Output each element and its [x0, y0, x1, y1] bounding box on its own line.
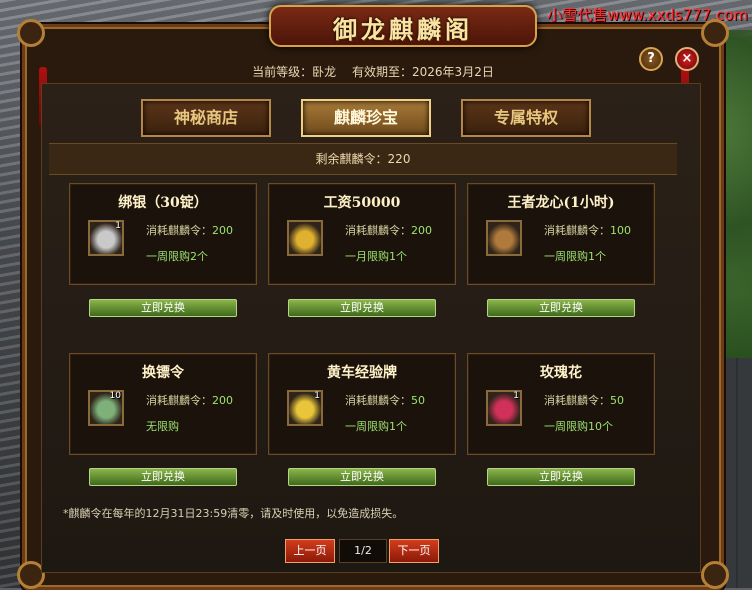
level-label: 当前等级：卧龙	[252, 65, 337, 79]
item-cost: 消耗麒麟令：50	[345, 392, 425, 408]
expiry-label: 有效期至：2026年3月2日	[352, 65, 494, 79]
cost-label: 消耗麒麟令：	[345, 394, 411, 407]
item-cost: 消耗麒麟令：100	[544, 222, 631, 238]
redeem-button[interactable]: 立即兑换	[288, 299, 436, 317]
item-title: 换镖令	[142, 365, 184, 381]
corner-ornament-icon	[17, 19, 45, 47]
next-page-button[interactable]: 下一页	[389, 539, 439, 563]
item-title: 玫瑰花	[540, 365, 582, 381]
item-limit: 一月限购1个	[345, 250, 407, 263]
item-card: 王者龙心(1小时) 消耗麒麟令：100 一周限购1个	[467, 183, 655, 285]
redeem-button[interactable]: 立即兑换	[487, 468, 635, 486]
redeem-button[interactable]: 立即兑换	[89, 468, 237, 486]
dragon-heart-icon[interactable]	[486, 220, 522, 256]
qilin-pavilion-window: 御龙麒麟阁 当前等级：卧龙 有效期至：2026年3月2日 ? × 神秘商店 麒麟…	[17, 5, 729, 590]
item-limit: 一周限购1个	[544, 250, 606, 263]
rose-icon[interactable]: 1	[486, 390, 522, 426]
item-count: 1	[314, 391, 320, 401]
item-cost: 消耗麒麟令：50	[544, 392, 624, 408]
cost-label: 消耗麒麟令：	[544, 224, 610, 237]
item-limit: 一周限购1个	[345, 420, 407, 433]
cost-label: 消耗麒麟令：	[146, 224, 212, 237]
item-count: 10	[109, 391, 121, 401]
item-card: 工资50000 消耗麒麟令：200 一月限购1个	[268, 183, 456, 285]
tab-mystery-shop[interactable]: 神秘商店	[141, 99, 271, 137]
item-count: 1	[115, 221, 121, 231]
tab-qilin-treasure[interactable]: 麒麟珍宝	[301, 99, 431, 137]
cost-label: 消耗麒麟令：	[544, 394, 610, 407]
cost-value: 100	[610, 224, 631, 237]
item-cost: 消耗麒麟令：200	[146, 222, 233, 238]
cost-value: 50	[610, 394, 624, 407]
corner-ornament-icon	[701, 561, 729, 589]
item-title: 黄车经验牌	[327, 365, 397, 381]
item-title: 工资50000	[323, 195, 401, 211]
status-line: 当前等级：卧龙 有效期至：2026年3月2日	[25, 63, 721, 80]
redeem-button[interactable]: 立即兑换	[288, 468, 436, 486]
item-limit: 一周限购2个	[146, 250, 208, 263]
item-card: 玫瑰花 1 消耗麒麟令：50 一周限购10个	[467, 353, 655, 455]
cost-value: 200	[212, 394, 233, 407]
cost-value: 200	[212, 224, 233, 237]
redeem-button[interactable]: 立即兑换	[487, 299, 635, 317]
token-icon[interactable]: 10	[88, 390, 124, 426]
item-card: 换镖令 10 消耗麒麟令：200 无限购	[69, 353, 257, 455]
cost-label: 消耗麒麟令：	[345, 224, 411, 237]
window-title: 御龙麒麟阁	[333, 15, 473, 44]
prev-page-button[interactable]: 上一页	[285, 539, 335, 563]
title-plaque: 御龙麒麟阁	[269, 5, 537, 47]
redeem-button[interactable]: 立即兑换	[89, 299, 237, 317]
reset-notice: *麒麟令在每年的12月31日23:59清零，请及时使用，以免造成损失。	[63, 507, 404, 520]
silver-ingot-icon[interactable]: 1	[88, 220, 124, 256]
item-limit: 无限购	[146, 420, 179, 433]
item-title: 王者龙心(1小时)	[507, 195, 615, 211]
cost-value: 200	[411, 224, 432, 237]
item-cost: 消耗麒麟令：200	[146, 392, 233, 408]
item-limit: 一周限购10个	[544, 420, 613, 433]
yellow-cart-icon[interactable]: 1	[287, 390, 323, 426]
item-title: 绑银（30锭）	[118, 195, 208, 211]
remaining-tokens: 剩余麒麟令：220	[49, 143, 677, 175]
help-button[interactable]: ?	[639, 47, 663, 71]
item-count: 1	[513, 391, 519, 401]
item-card: 黄车经验牌 1 消耗麒麟令：50 一周限购1个	[268, 353, 456, 455]
page-indicator: 1/2	[339, 539, 387, 563]
item-cost: 消耗麒麟令：200	[345, 222, 432, 238]
cost-value: 50	[411, 394, 425, 407]
gold-coins-icon[interactable]	[287, 220, 323, 256]
close-button[interactable]: ×	[675, 47, 699, 71]
tab-exclusive-privilege[interactable]: 专属特权	[461, 99, 591, 137]
item-card: 绑银（30锭） 1 消耗麒麟令：200 一周限购2个	[69, 183, 257, 285]
corner-ornament-icon	[701, 19, 729, 47]
cost-label: 消耗麒麟令：	[146, 394, 212, 407]
